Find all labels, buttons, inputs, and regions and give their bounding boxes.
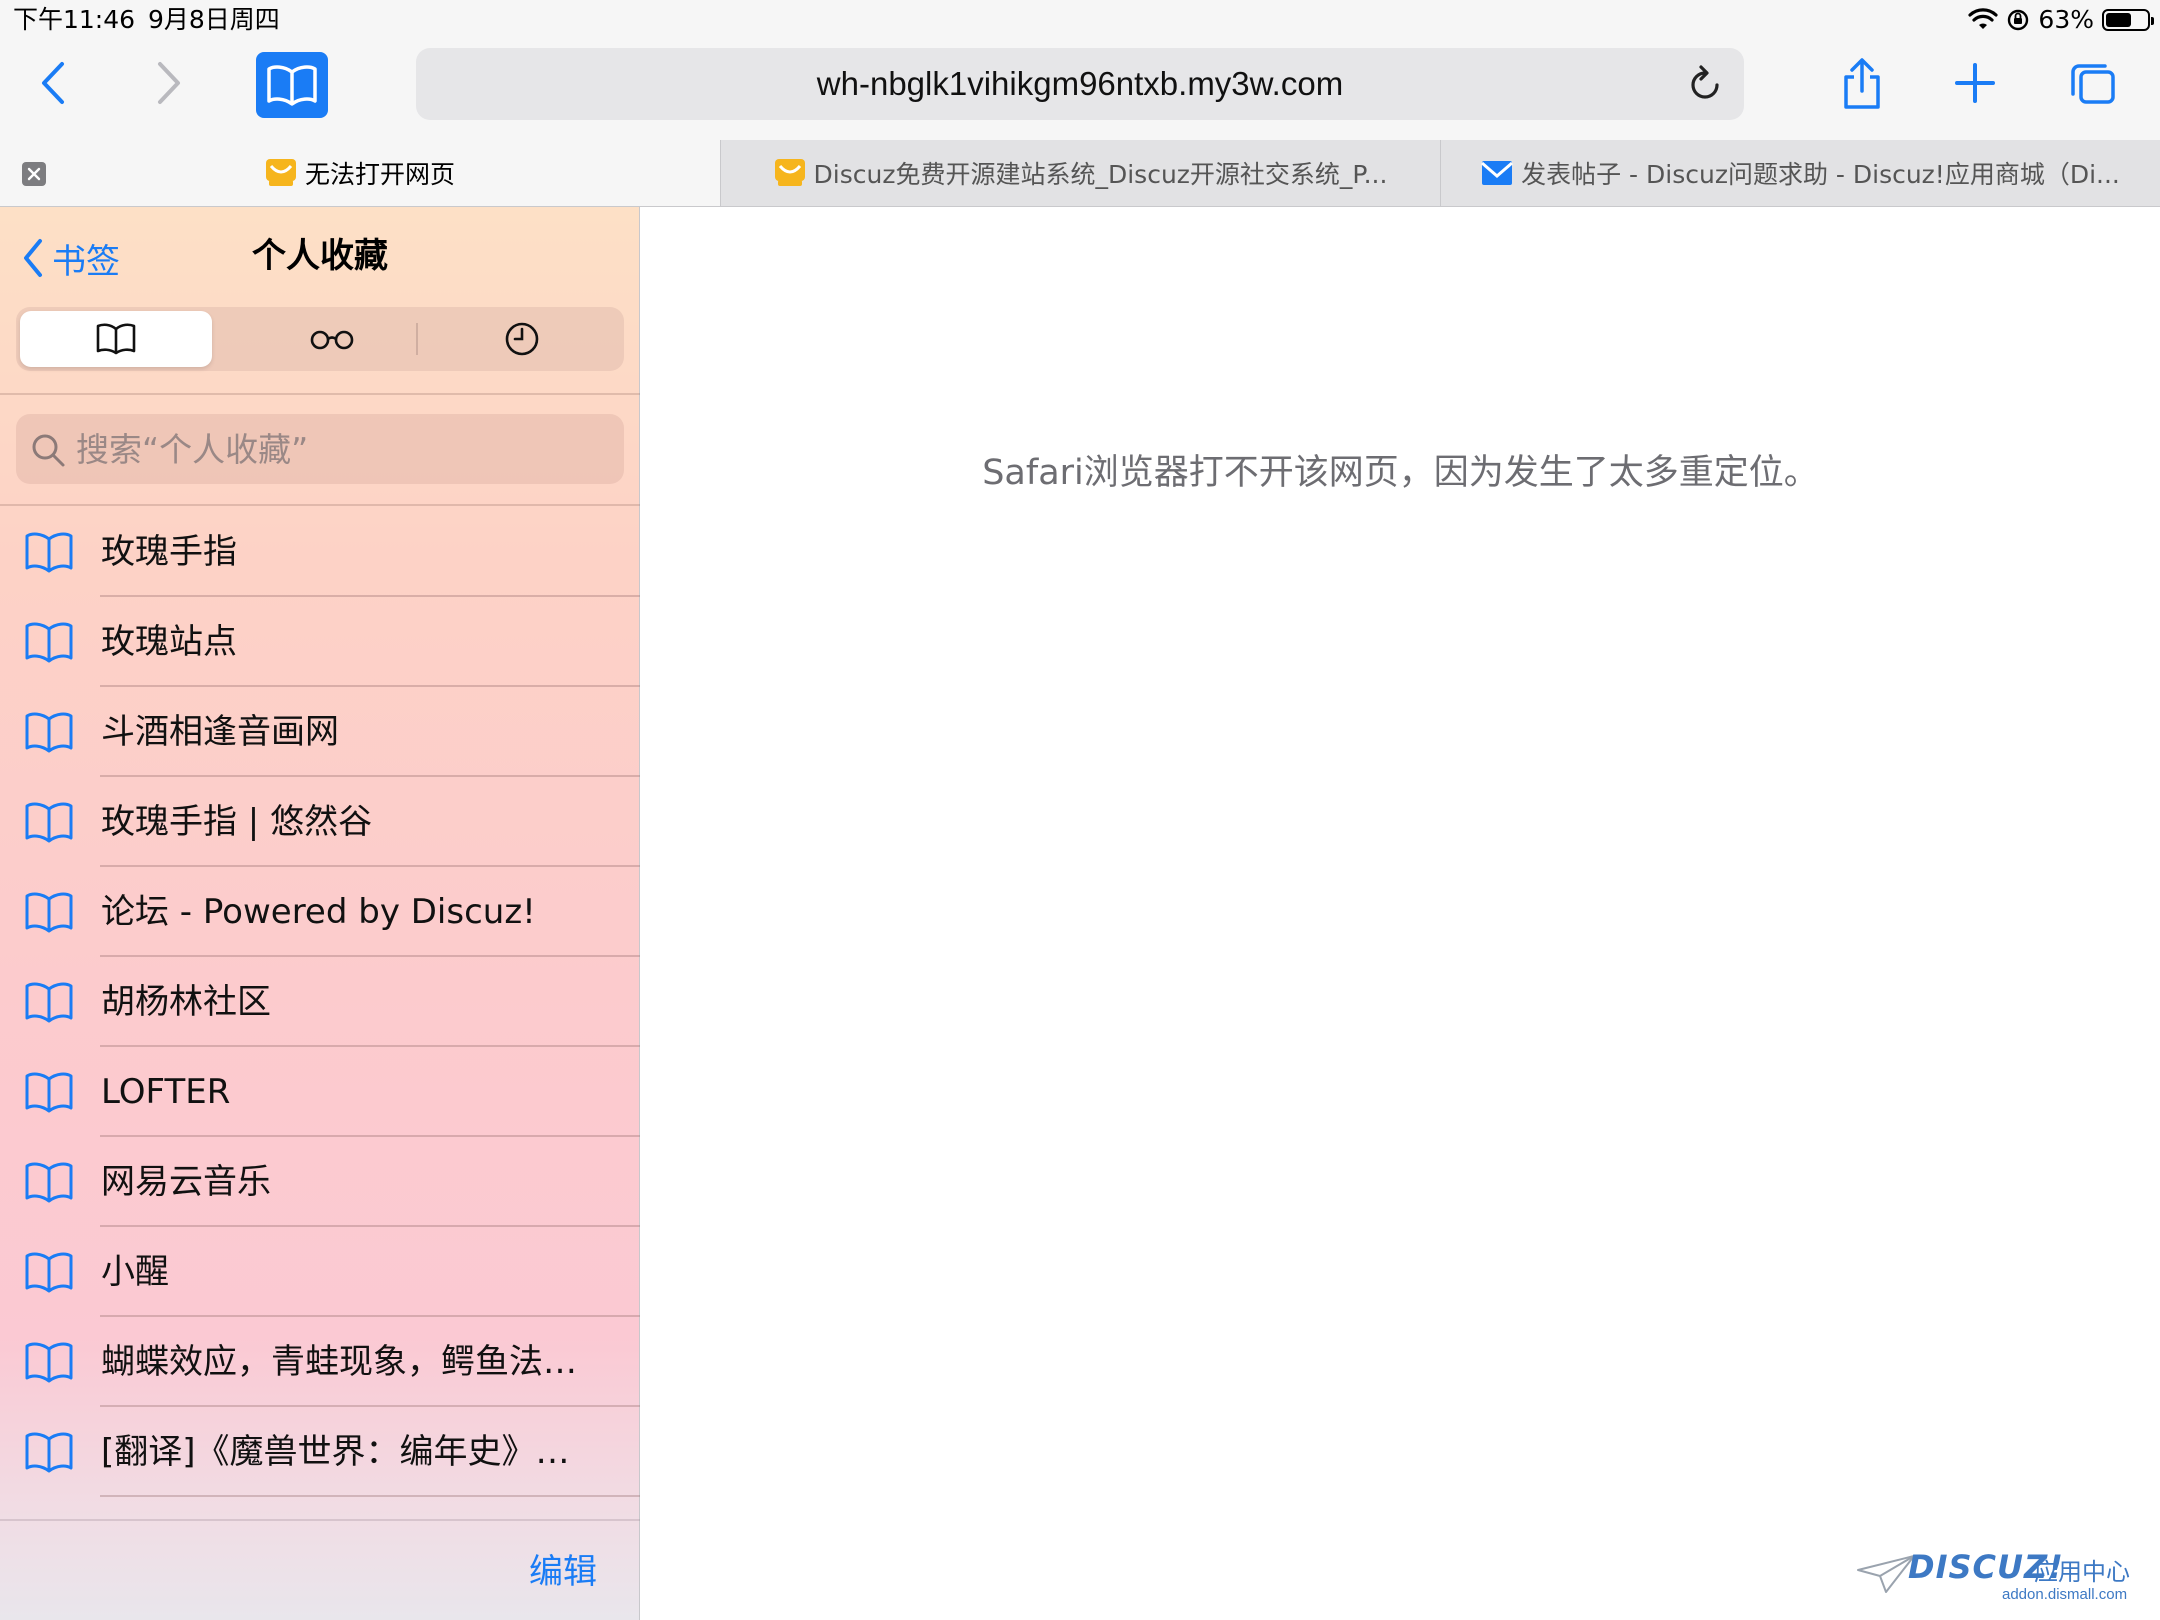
status-time: 下午11:46 (13, 5, 136, 34)
battery-percent: 63% (2038, 5, 2094, 34)
plus-icon (1955, 63, 1995, 103)
bookmark-label: 蝴蝶效应，青蛙现象，鳄鱼法则，鸟笼逻辑 (101, 1342, 601, 1382)
sidebar-toggle-button[interactable] (256, 52, 328, 118)
bookmark-list: 玫瑰手指 玫瑰站点 斗酒相逢音画网 玫瑰手指 | 悠然谷 论坛 - Powere… (0, 507, 640, 1497)
bookmark-item[interactable]: 蝴蝶效应，青蛙现象，鳄鱼法则，鸟笼逻辑 (0, 1317, 640, 1407)
bookmark-item[interactable]: 网易云音乐 (0, 1137, 640, 1227)
edit-button[interactable]: 编辑 (529, 1547, 597, 1597)
bookmark-label: [翻译]《魔兽世界：编年史》第一卷 (101, 1432, 601, 1472)
segment-reading-list[interactable] (236, 311, 428, 367)
open-book-icon (25, 712, 73, 753)
search-icon (32, 434, 65, 467)
tab-title: 无法打开网页 (304, 160, 455, 189)
bookmark-label: 玫瑰手指 (101, 532, 237, 572)
bookmark-item[interactable]: LOFTER (0, 1047, 640, 1137)
browser-toolbar: wh-nbglk1vihikgm96ntxb.my3w.com (0, 40, 2160, 140)
open-book-icon (25, 802, 73, 843)
tab-active[interactable]: 无法打开网页 (0, 140, 720, 206)
orientation-lock-icon (2008, 9, 2029, 31)
bookmark-label: 小醒 (101, 1252, 169, 1292)
open-book-icon (25, 622, 73, 663)
mail-favicon-icon (1481, 161, 1514, 185)
discuz-watermark: DISCUZ! 应用中心 addon.dismall.com (1856, 1548, 2146, 1603)
open-book-icon (25, 982, 73, 1023)
bookmark-label: 斗酒相逢音画网 (101, 712, 339, 752)
wifi-icon (1968, 8, 1999, 29)
tab-close-button[interactable] (22, 162, 46, 186)
discuz-favicon-icon (774, 159, 805, 186)
chevron-right-icon (158, 62, 180, 104)
bookmark-item[interactable]: 斗酒相逢音画网 (0, 687, 640, 777)
watermark-subtitle: 应用中心 (2034, 1558, 2130, 1586)
sidebar-title: 个人收藏 (252, 236, 388, 276)
glasses-icon (310, 330, 354, 350)
tab-title: Discuz免费开源建站系统_Discuz开源社交系统_P... (813, 160, 1388, 189)
share-button[interactable] (1840, 56, 1884, 112)
bookmark-search-box[interactable] (16, 414, 624, 484)
bookmark-label: LOFTER (101, 1072, 231, 1112)
url-text[interactable]: wh-nbglk1vihikgm96ntxb.my3w.com (416, 48, 1744, 120)
bookmark-item[interactable]: 小醒 (0, 1227, 640, 1317)
segment-bookmarks[interactable] (20, 311, 212, 367)
bookmark-label: 玫瑰站点 (101, 622, 237, 662)
status-right: 63% (1968, 0, 2154, 40)
error-message: Safari浏览器打不开该网页，因为发生了太多重定位。 (982, 453, 1819, 493)
reload-icon (1691, 65, 1719, 99)
bookmark-item[interactable]: [翻译]《魔兽世界：编年史》第一卷 (0, 1407, 640, 1497)
new-tab-button[interactable] (1953, 58, 1997, 108)
address-bar[interactable]: wh-nbglk1vihikgm96ntxb.my3w.com (416, 48, 1744, 120)
open-book-icon (25, 1432, 73, 1473)
watermark-domain: addon.dismall.com (2002, 1586, 2128, 1603)
tabs-overview-icon (2071, 64, 2115, 104)
bookmark-label: 论坛 - Powered by Discuz! (101, 892, 536, 932)
open-book-icon (25, 892, 73, 933)
bookmark-item[interactable]: 玫瑰手指 (0, 507, 640, 597)
tab-strip: 无法打开网页 Discuz免费开源建站系统_Discuz开源社交系统_P... … (0, 140, 2160, 207)
bookmark-item[interactable]: 胡杨林社区 (0, 957, 640, 1047)
bookmark-search-input[interactable] (76, 414, 616, 484)
discuz-favicon-icon (265, 159, 296, 186)
close-icon (27, 167, 41, 181)
battery-fill (2106, 13, 2132, 27)
open-book-icon (96, 323, 136, 355)
battery-icon (2102, 9, 2154, 31)
open-book-icon (267, 65, 317, 106)
tab-overview-button[interactable] (2068, 58, 2118, 108)
status-bar: 下午11:46 9月8日周四 63% (0, 0, 2160, 40)
chevron-left-icon (42, 62, 64, 104)
tab[interactable]: Discuz免费开源建站系统_Discuz开源社交系统_P... (720, 140, 1440, 206)
back-button[interactable] (30, 58, 76, 108)
bookmarks-sidebar: 书签 个人收藏 搜索“个人收藏” 玫瑰手指 玫瑰站点 斗酒相逢音画网 玫瑰手指 … (0, 207, 640, 1620)
open-book-icon (25, 532, 73, 573)
bookmark-label: 网易云音乐 (101, 1162, 271, 1202)
reload-button[interactable] (1684, 62, 1726, 106)
open-book-icon (25, 1162, 73, 1203)
sidebar-segmented-control (16, 307, 624, 371)
open-book-icon (25, 1072, 73, 1113)
bookmark-label: 玫瑰手指 | 悠然谷 (101, 802, 373, 842)
open-book-icon (25, 1342, 73, 1383)
forward-button[interactable] (146, 58, 192, 108)
tab-title: 发表帖子 - Discuz问题求助 - Discuz!应用商城（Di... (1521, 160, 2120, 189)
bookmark-item[interactable]: 玫瑰站点 (0, 597, 640, 687)
open-book-icon (25, 1252, 73, 1293)
tab[interactable]: 发表帖子 - Discuz问题求助 - Discuz!应用商城（Di... (1440, 140, 2160, 206)
segment-history[interactable] (426, 311, 618, 367)
bookmark-item[interactable]: 玫瑰手指 | 悠然谷 (0, 777, 640, 867)
paper-plane-icon (1857, 1555, 1915, 1593)
bookmark-item[interactable]: 论坛 - Powered by Discuz! (0, 867, 640, 957)
clock-icon (505, 322, 539, 356)
share-icon (1844, 58, 1880, 109)
bookmark-label: 胡杨林社区 (101, 982, 271, 1022)
status-date: 9月8日周四 (148, 5, 280, 34)
